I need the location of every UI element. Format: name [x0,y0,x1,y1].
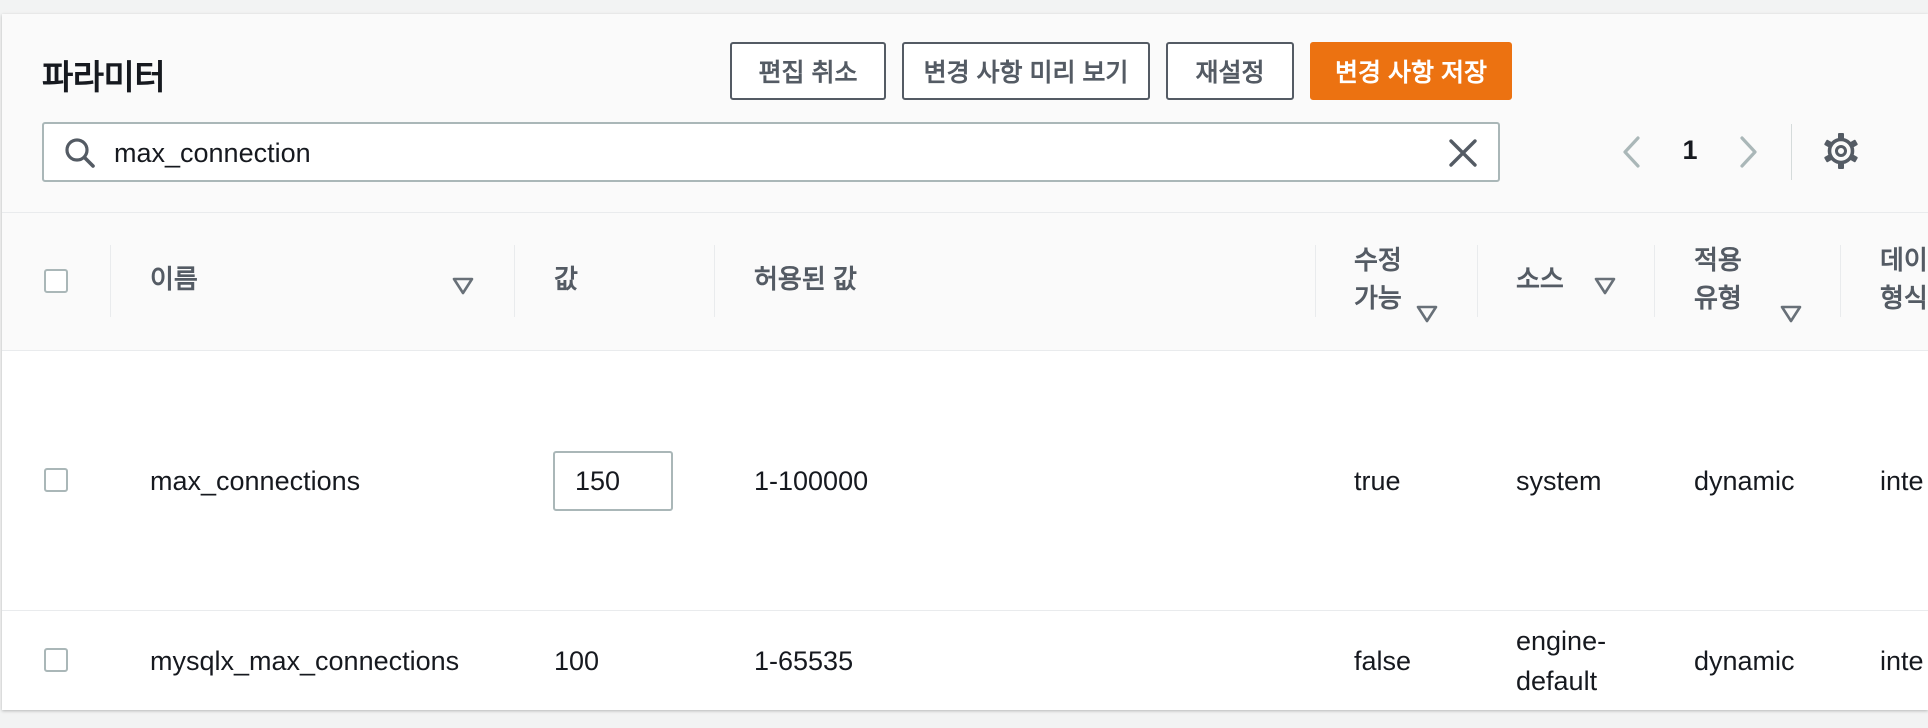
parameters-panel: 파라미터 편집 취소 변경 사항 미리 보기 재설정 변경 사항 저장 1 [2,14,1928,710]
modifiable: false [1354,646,1412,676]
value-input[interactable] [553,451,673,511]
source: engine- default [1516,621,1606,701]
parameter-name: max_connections [150,466,361,496]
column-divider [1315,245,1316,317]
table-row: mysqlx_max_connections 100 1-65535 false… [2,611,1928,710]
column-header-apply-type[interactable]: 적용 유형 [1694,241,1742,317]
reset-button[interactable]: 재설정 [1166,42,1294,100]
column-divider [714,245,715,317]
preview-changes-button[interactable]: 변경 사항 미리 보기 [902,42,1150,100]
parameter-value: 100 [554,646,600,676]
apply-type: dynamic [1694,646,1795,676]
page-number[interactable]: 1 [1670,135,1710,166]
column-header-line: 형식 [1880,283,1928,313]
sort-icon[interactable] [1780,305,1802,323]
parameter-name: mysqlx_max_connections [150,646,460,676]
column-header-name[interactable]: 이름 [150,260,198,298]
column-divider [110,245,111,317]
column-header-value[interactable]: 값 [554,260,578,298]
search-icon [65,138,95,168]
row-checkbox[interactable] [44,468,68,492]
allowed-values: 1-100000 [754,466,869,496]
column-header-line: 데이 [1880,245,1928,275]
modifiable: true [1354,466,1401,496]
table-header: 이름 값 허용된 값 수정 가능 소스 적용 유형 데이 형식 [2,213,1928,351]
chevron-left-icon[interactable] [1614,132,1650,172]
source-line: engine- [1516,626,1607,656]
apply-type: dynamic [1694,466,1795,496]
save-changes-button[interactable]: 변경 사항 저장 [1310,42,1512,100]
column-header-source[interactable]: 소스 [1516,260,1564,298]
chevron-right-icon[interactable] [1730,132,1766,172]
source: system [1516,466,1602,496]
column-header-allowed-values[interactable]: 허용된 값 [754,260,857,298]
column-header-line: 수정 [1354,245,1402,275]
data-type: inte [1880,646,1924,676]
sort-icon[interactable] [452,277,474,295]
gear-icon[interactable] [1822,132,1860,170]
column-divider [1654,245,1655,317]
column-divider [1477,245,1478,317]
search-input[interactable] [112,130,1416,176]
column-divider [1840,245,1841,317]
select-all-checkbox[interactable] [44,269,68,293]
close-icon[interactable] [1446,136,1480,170]
row-checkbox[interactable] [44,648,68,672]
column-header-line: 유형 [1694,283,1742,313]
allowed-values: 1-65535 [754,646,854,676]
page-title: 파라미터 [42,59,166,97]
column-header-line: 가능 [1354,283,1402,313]
column-divider [514,245,515,317]
data-type: inte [1880,466,1924,496]
column-header-data-type[interactable]: 데이 형식 [1880,241,1928,317]
column-header-modifiable[interactable]: 수정 가능 [1354,241,1402,317]
column-header-line: 적용 [1694,245,1742,275]
source-line: default [1516,666,1598,696]
cancel-edit-button[interactable]: 편집 취소 [730,42,886,100]
pagination-divider [1791,124,1792,180]
search-field[interactable] [42,122,1500,182]
sort-icon[interactable] [1594,277,1616,295]
panel-header: 파라미터 편집 취소 변경 사항 미리 보기 재설정 변경 사항 저장 1 [2,14,1928,213]
sort-icon[interactable] [1416,305,1438,323]
table-row: max_connections 1-100000 true system dyn… [2,351,1928,611]
